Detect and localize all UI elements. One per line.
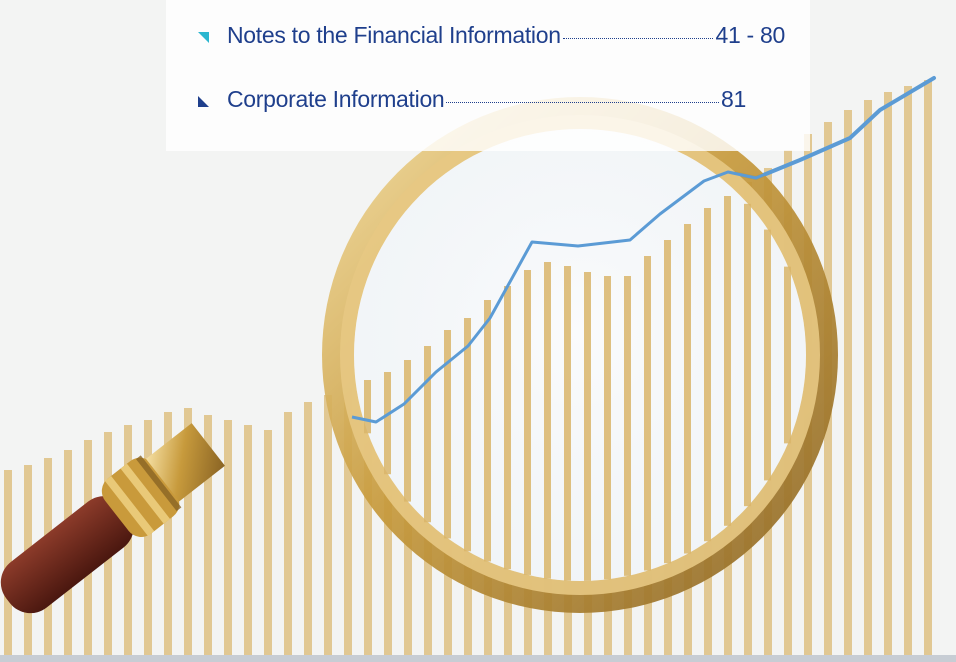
magnified-chart-bar	[584, 272, 591, 581]
magnified-chart-bar	[464, 318, 471, 552]
dot-leader	[446, 102, 720, 103]
chart-bar	[924, 80, 932, 655]
magnified-chart-bar	[644, 256, 651, 571]
chart-bar	[864, 100, 872, 655]
magnified-chart-bar	[504, 286, 511, 570]
toc-entry-corporate[interactable]: Corporate Information 81	[198, 86, 746, 116]
chart-bar	[284, 412, 292, 655]
toc-entry-notes[interactable]: Notes to the Financial Information 41 - …	[198, 22, 785, 52]
magnified-chart-bar	[404, 360, 411, 502]
magnified-chart-bar	[744, 203, 751, 507]
chart-bar	[264, 430, 272, 655]
chart-bar	[244, 425, 252, 655]
magnified-chart-bar	[624, 276, 631, 576]
magnified-chart-bar	[484, 300, 491, 562]
chart-bar	[904, 86, 912, 655]
magnified-chart-bar	[424, 346, 431, 523]
magnified-chart-bar	[544, 262, 551, 579]
magnified-chart-bar	[664, 240, 671, 564]
magnified-chart-bar	[564, 266, 571, 581]
magnified-chart-bar	[684, 224, 691, 554]
magnified-chart-bar	[704, 208, 711, 542]
table-of-contents: Notes to the Financial Information 41 - …	[166, 0, 810, 151]
magnified-chart-bar	[764, 229, 771, 481]
magnified-chart-bar	[724, 196, 731, 526]
triangle-bullet-icon	[198, 31, 209, 43]
chart-bar	[884, 92, 892, 655]
magnified-chart-bar	[604, 276, 611, 580]
magnified-chart-bar	[524, 270, 531, 575]
chart-bar	[304, 402, 312, 655]
toc-entry-title: Notes to the Financial Information	[227, 22, 561, 48]
triangle-bullet-icon	[198, 95, 209, 107]
toc-entry-title: Corporate Information	[227, 86, 445, 112]
magnified-chart-bar	[384, 372, 391, 475]
chart-bar	[844, 110, 852, 655]
chart-bar	[324, 395, 332, 655]
chart-baseline	[0, 655, 956, 662]
toc-entry-pages: 81	[721, 86, 746, 112]
magnified-chart-bar	[364, 380, 371, 434]
chart-bar	[224, 420, 232, 655]
magnified-chart-bar	[784, 266, 791, 444]
dot-leader	[562, 38, 714, 39]
toc-entry-pages: 41 - 80	[715, 22, 785, 48]
